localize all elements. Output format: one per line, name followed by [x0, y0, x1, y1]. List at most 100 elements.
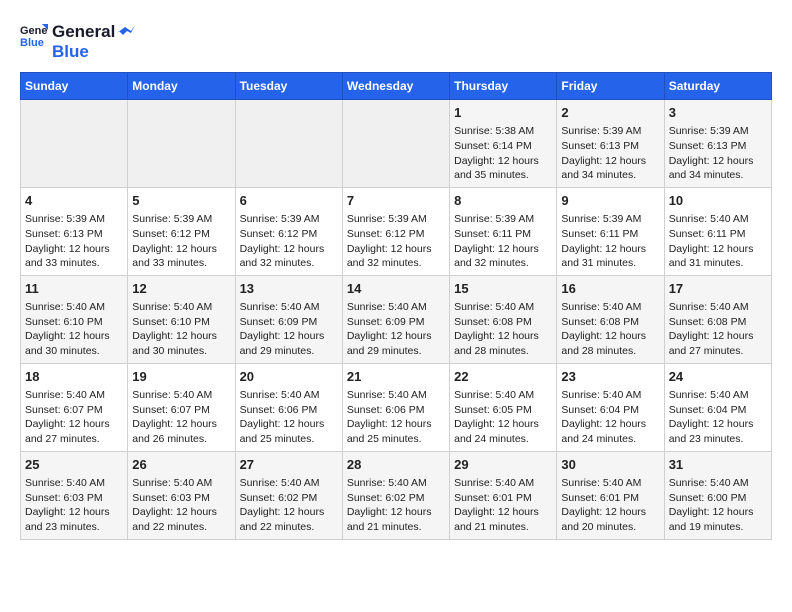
day-content: and 34 minutes.: [669, 168, 767, 183]
day-cell: [235, 100, 342, 188]
day-content: and 20 minutes.: [561, 520, 659, 535]
day-content: Daylight: 12 hours: [347, 417, 445, 432]
day-content: and 28 minutes.: [454, 344, 552, 359]
day-number: 12: [132, 280, 230, 298]
day-content: and 22 minutes.: [132, 520, 230, 535]
day-content: Daylight: 12 hours: [25, 417, 123, 432]
day-number: 4: [25, 192, 123, 210]
day-content: Sunrise: 5:40 AM: [132, 476, 230, 491]
day-content: Sunset: 6:13 PM: [561, 139, 659, 154]
day-content: Sunrise: 5:40 AM: [669, 388, 767, 403]
day-number: 29: [454, 456, 552, 474]
day-content: Daylight: 12 hours: [454, 417, 552, 432]
day-content: Daylight: 12 hours: [561, 329, 659, 344]
day-number: 8: [454, 192, 552, 210]
svg-text:Blue: Blue: [20, 37, 44, 48]
day-content: Daylight: 12 hours: [132, 329, 230, 344]
col-header-friday: Friday: [557, 73, 664, 100]
day-content: and 30 minutes.: [132, 344, 230, 359]
day-content: Sunset: 6:00 PM: [669, 491, 767, 506]
week-row-2: 4Sunrise: 5:39 AMSunset: 6:13 PMDaylight…: [21, 187, 772, 275]
day-content: Sunset: 6:12 PM: [240, 227, 338, 242]
day-content: and 32 minutes.: [454, 256, 552, 271]
day-content: Sunrise: 5:40 AM: [454, 300, 552, 315]
day-content: Sunset: 6:10 PM: [25, 315, 123, 330]
day-content: Daylight: 12 hours: [669, 417, 767, 432]
day-number: 13: [240, 280, 338, 298]
day-number: 6: [240, 192, 338, 210]
day-content: Sunrise: 5:39 AM: [240, 212, 338, 227]
day-content: Sunrise: 5:39 AM: [561, 124, 659, 139]
day-content: Sunset: 6:07 PM: [25, 403, 123, 418]
day-content: Daylight: 12 hours: [669, 242, 767, 257]
day-number: 9: [561, 192, 659, 210]
day-content: Daylight: 12 hours: [561, 154, 659, 169]
page-header: General Blue General Blue: [20, 20, 772, 62]
day-cell: 7Sunrise: 5:39 AMSunset: 6:12 PMDaylight…: [342, 187, 449, 275]
day-content: and 28 minutes.: [561, 344, 659, 359]
day-content: Daylight: 12 hours: [347, 505, 445, 520]
day-content: Sunset: 6:11 PM: [454, 227, 552, 242]
day-content: Sunrise: 5:40 AM: [669, 300, 767, 315]
week-row-1: 1Sunrise: 5:38 AMSunset: 6:14 PMDaylight…: [21, 100, 772, 188]
day-number: 10: [669, 192, 767, 210]
day-content: Sunrise: 5:40 AM: [561, 300, 659, 315]
day-content: Sunrise: 5:40 AM: [240, 388, 338, 403]
day-content: and 34 minutes.: [561, 168, 659, 183]
day-content: Sunrise: 5:39 AM: [347, 212, 445, 227]
day-content: Daylight: 12 hours: [240, 505, 338, 520]
day-content: Sunset: 6:02 PM: [347, 491, 445, 506]
day-number: 5: [132, 192, 230, 210]
day-content: Sunrise: 5:38 AM: [454, 124, 552, 139]
day-number: 17: [669, 280, 767, 298]
day-content: Sunset: 6:11 PM: [561, 227, 659, 242]
day-content: Sunset: 6:08 PM: [454, 315, 552, 330]
day-cell: 23Sunrise: 5:40 AMSunset: 6:04 PMDayligh…: [557, 363, 664, 451]
logo: General Blue General Blue: [20, 20, 135, 62]
day-number: 1: [454, 104, 552, 122]
day-content: Daylight: 12 hours: [561, 505, 659, 520]
day-content: Daylight: 12 hours: [669, 505, 767, 520]
week-row-5: 25Sunrise: 5:40 AMSunset: 6:03 PMDayligh…: [21, 451, 772, 539]
day-cell: 11Sunrise: 5:40 AMSunset: 6:10 PMDayligh…: [21, 275, 128, 363]
week-row-4: 18Sunrise: 5:40 AMSunset: 6:07 PMDayligh…: [21, 363, 772, 451]
day-number: 11: [25, 280, 123, 298]
day-content: and 29 minutes.: [240, 344, 338, 359]
day-content: Sunset: 6:07 PM: [132, 403, 230, 418]
col-header-thursday: Thursday: [450, 73, 557, 100]
day-content: Sunset: 6:02 PM: [240, 491, 338, 506]
day-content: and 32 minutes.: [240, 256, 338, 271]
day-content: Sunset: 6:09 PM: [347, 315, 445, 330]
day-number: 15: [454, 280, 552, 298]
day-content: Sunrise: 5:40 AM: [454, 388, 552, 403]
day-content: Daylight: 12 hours: [454, 505, 552, 520]
day-content: Sunset: 6:04 PM: [669, 403, 767, 418]
day-content: Sunset: 6:05 PM: [454, 403, 552, 418]
day-content: Sunrise: 5:39 AM: [561, 212, 659, 227]
day-content: Sunset: 6:04 PM: [561, 403, 659, 418]
day-content: Daylight: 12 hours: [132, 505, 230, 520]
day-content: Sunrise: 5:40 AM: [240, 476, 338, 491]
day-content: Daylight: 12 hours: [454, 154, 552, 169]
day-content: Daylight: 12 hours: [240, 242, 338, 257]
day-cell: 31Sunrise: 5:40 AMSunset: 6:00 PMDayligh…: [664, 451, 771, 539]
day-content: Sunset: 6:08 PM: [669, 315, 767, 330]
day-cell: 20Sunrise: 5:40 AMSunset: 6:06 PMDayligh…: [235, 363, 342, 451]
day-content: Sunset: 6:12 PM: [132, 227, 230, 242]
day-content: Sunset: 6:09 PM: [240, 315, 338, 330]
day-cell: 29Sunrise: 5:40 AMSunset: 6:01 PMDayligh…: [450, 451, 557, 539]
day-cell: [21, 100, 128, 188]
day-content: and 24 minutes.: [561, 432, 659, 447]
day-number: 16: [561, 280, 659, 298]
day-content: Sunset: 6:10 PM: [132, 315, 230, 330]
day-cell: 14Sunrise: 5:40 AMSunset: 6:09 PMDayligh…: [342, 275, 449, 363]
calendar-table: SundayMondayTuesdayWednesdayThursdayFrid…: [20, 72, 772, 540]
day-content: Sunrise: 5:39 AM: [132, 212, 230, 227]
day-number: 18: [25, 368, 123, 386]
day-content: Sunrise: 5:40 AM: [25, 388, 123, 403]
day-content: and 27 minutes.: [25, 432, 123, 447]
day-number: 3: [669, 104, 767, 122]
day-content: Daylight: 12 hours: [25, 329, 123, 344]
day-number: 19: [132, 368, 230, 386]
day-content: and 31 minutes.: [669, 256, 767, 271]
